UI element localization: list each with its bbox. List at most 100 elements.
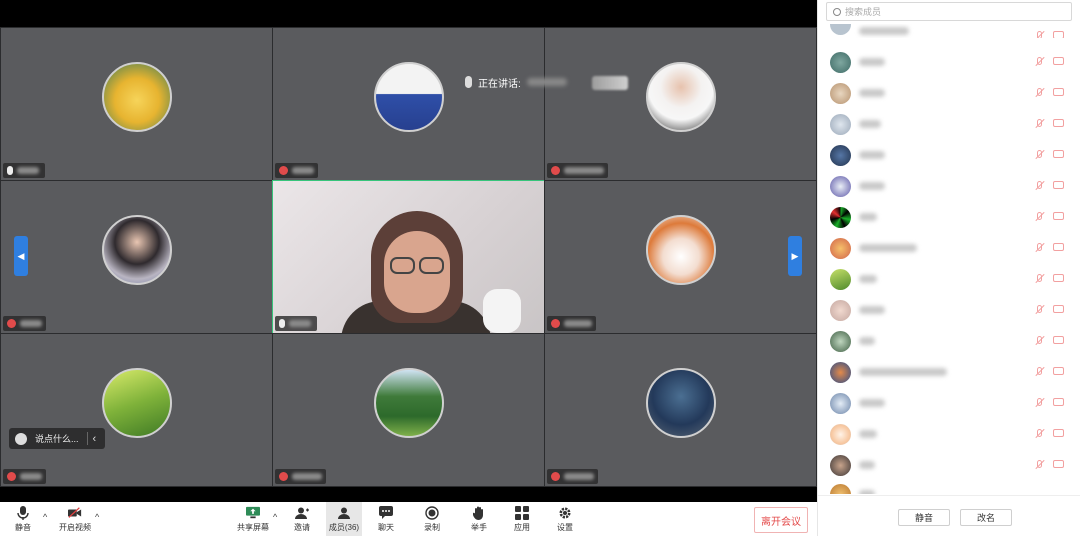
mic-icon: [465, 76, 472, 88]
meeting-toolbar: 静音 开启视频 共享屏幕 邀请 成员(36) 聊天 录制 举手 应用 设置: [0, 502, 817, 536]
member-list-item[interactable]: [830, 205, 1068, 229]
participant-nametag: [3, 469, 46, 484]
mic-muted-icon[interactable]: [1035, 31, 1044, 38]
video-tile-4[interactable]: [0, 180, 273, 334]
member-list-item[interactable]: [830, 81, 1068, 105]
active-speaker-video[interactable]: [272, 180, 545, 334]
camera-off-icon[interactable]: [1053, 150, 1064, 158]
video-tile-1[interactable]: [0, 27, 273, 181]
member-avatar: [830, 113, 851, 135]
member-list-item[interactable]: [830, 174, 1068, 198]
share-screen-label: 共享屏幕: [237, 522, 269, 532]
member-list-item[interactable]: [830, 298, 1068, 322]
member-avatar: [830, 175, 851, 197]
chat-button[interactable]: 聊天: [373, 502, 399, 536]
video-tile-3[interactable]: [544, 27, 817, 181]
camera-off-icon[interactable]: [1053, 274, 1064, 282]
mic-muted-icon[interactable]: [1035, 243, 1044, 253]
mic-muted-icon[interactable]: [1035, 274, 1044, 284]
member-search-input[interactable]: 搜索成员: [826, 2, 1072, 21]
invite-button[interactable]: 邀请: [288, 502, 316, 536]
mic-icon: [7, 166, 13, 175]
speaking-participant-icons: [592, 76, 628, 90]
member-avatar: [830, 423, 851, 445]
member-list-item[interactable]: [830, 453, 1068, 477]
video-tile-8[interactable]: [272, 333, 545, 487]
member-list-item[interactable]: [830, 329, 1068, 353]
apps-button[interactable]: 应用: [509, 502, 535, 536]
raise-hand-button[interactable]: 举手: [466, 502, 492, 536]
member-list-item[interactable]: [830, 360, 1068, 384]
mic-muted-icon[interactable]: [1035, 181, 1044, 191]
mic-muted-icon[interactable]: [1035, 57, 1044, 67]
mute-button[interactable]: 静音: [8, 502, 38, 536]
settings-button[interactable]: 设置: [552, 502, 578, 536]
member-avatar: [830, 51, 851, 73]
participant-avatar: [645, 215, 716, 285]
camera-off-icon[interactable]: [1053, 243, 1064, 251]
video-tile-9[interactable]: [544, 333, 817, 487]
mic-muted-icon[interactable]: [1035, 367, 1044, 377]
video-options-caret-icon[interactable]: ^: [95, 512, 99, 522]
member-list-item[interactable]: [830, 391, 1068, 415]
camera-off-icon[interactable]: [1053, 460, 1064, 468]
mic-muted-icon[interactable]: [1035, 88, 1044, 98]
member-list-item[interactable]: [830, 24, 1068, 38]
camera-off-icon[interactable]: [1053, 367, 1064, 375]
rename-button[interactable]: 改名: [960, 509, 1012, 526]
camera-off-icon[interactable]: [1053, 429, 1064, 437]
member-list-item[interactable]: [830, 236, 1068, 260]
speaking-indicator: 正在讲话:: [465, 71, 567, 93]
record-label: 录制: [424, 522, 440, 532]
mute-label: 静音: [15, 522, 31, 532]
member-list-item[interactable]: [830, 484, 1068, 494]
record-icon: [425, 505, 439, 520]
camera-off-icon[interactable]: [1053, 31, 1064, 38]
start-video-button[interactable]: 开启视频: [56, 502, 94, 536]
participant-nametag: [275, 316, 317, 331]
share-screen-button[interactable]: 共享屏幕: [235, 502, 271, 536]
camera-off-icon[interactable]: [1053, 336, 1064, 344]
mic-muted-icon[interactable]: [1035, 398, 1044, 408]
mic-muted-icon: [551, 166, 560, 175]
member-panel: 搜索成员 静音 改名: [817, 0, 1080, 536]
mic-muted-icon[interactable]: [1035, 212, 1044, 222]
collapse-chevron-icon[interactable]: ‹: [93, 433, 97, 445]
emoji-icon[interactable]: [15, 432, 27, 445]
chat-placeholder[interactable]: 说点什么...: [35, 432, 79, 445]
member-list-item[interactable]: [830, 143, 1068, 167]
mic-muted-icon[interactable]: [1035, 305, 1044, 315]
chat-input-bubble[interactable]: 说点什么... ‹: [9, 428, 105, 449]
chevron-right-icon: ▶: [791, 250, 799, 261]
leave-meeting-button[interactable]: 离开会议: [754, 507, 808, 533]
mic-muted-icon[interactable]: [1035, 460, 1044, 470]
mic-muted-icon[interactable]: [1035, 119, 1044, 129]
camera-off-icon[interactable]: [1053, 305, 1064, 313]
participant-nametag: [547, 316, 596, 331]
record-button[interactable]: 录制: [419, 502, 445, 536]
video-tile-7[interactable]: [0, 333, 273, 487]
mic-muted-icon[interactable]: [1035, 150, 1044, 160]
member-list-item[interactable]: [830, 422, 1068, 446]
prev-page-button[interactable]: ◀: [14, 236, 28, 276]
mic-muted-icon[interactable]: [1035, 336, 1044, 346]
member-list-item[interactable]: [830, 50, 1068, 74]
camera-off-icon[interactable]: [1053, 181, 1064, 189]
camera-off-icon[interactable]: [1053, 398, 1064, 406]
next-page-button[interactable]: ▶: [788, 236, 802, 276]
mute-options-caret-icon[interactable]: ^: [43, 512, 47, 522]
member-list-item[interactable]: [830, 267, 1068, 291]
members-button[interactable]: 成员(36): [326, 502, 362, 536]
video-tile-6[interactable]: [544, 180, 817, 334]
video-tile-2[interactable]: [272, 27, 545, 181]
top-bar: [0, 0, 817, 27]
camera-off-icon[interactable]: [1053, 119, 1064, 127]
share-options-caret-icon[interactable]: ^: [273, 512, 277, 522]
mute-all-button[interactable]: 静音: [898, 509, 950, 526]
member-list-item[interactable]: [830, 112, 1068, 136]
camera-off-icon[interactable]: [1053, 88, 1064, 96]
camera-off-icon[interactable]: [1053, 57, 1064, 65]
webcam-device: [483, 289, 521, 333]
camera-off-icon[interactable]: [1053, 212, 1064, 220]
mic-muted-icon[interactable]: [1035, 429, 1044, 439]
